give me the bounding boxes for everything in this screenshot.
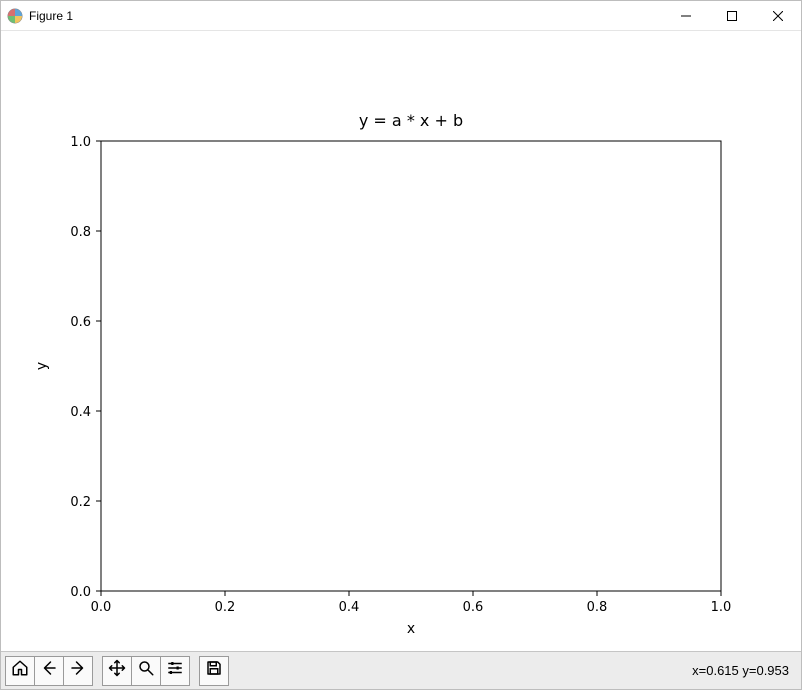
save-icon (205, 659, 223, 682)
y-axis-label: y (34, 362, 50, 370)
x-tick-label: 0.2 (215, 600, 236, 615)
y-axis-ticks: 0.0 0.2 0.4 0.6 0.8 1.0 (70, 135, 101, 600)
move-icon (108, 659, 126, 682)
y-tick-label: 0.6 (70, 315, 91, 330)
magnifier-icon (137, 659, 155, 682)
arrow-left-icon (40, 659, 58, 682)
pan-button[interactable] (102, 656, 132, 686)
sliders-icon (166, 659, 184, 682)
home-icon (11, 659, 29, 682)
window-titlebar: Figure 1 (1, 1, 801, 31)
x-axis-ticks: 0.0 0.2 0.4 0.6 0.8 1.0 (91, 591, 732, 615)
x-tick-label: 0.4 (339, 600, 360, 615)
x-tick-label: 0.0 (91, 600, 112, 615)
save-button[interactable] (199, 656, 229, 686)
x-axis-label: x (407, 621, 415, 637)
y-tick-label: 0.0 (70, 585, 91, 600)
y-tick-label: 0.4 (70, 405, 91, 420)
close-button[interactable] (755, 1, 801, 31)
x-tick-label: 1.0 (711, 600, 732, 615)
forward-button[interactable] (63, 656, 93, 686)
y-tick-label: 0.2 (70, 495, 91, 510)
chart-title: y = a * x + b (359, 111, 463, 130)
y-tick-label: 0.8 (70, 225, 91, 240)
window-title: Figure 1 (29, 9, 73, 23)
app-icon (7, 8, 23, 24)
axes-frame (101, 141, 721, 591)
x-tick-label: 0.6 (463, 600, 484, 615)
cursor-coordinates: x=0.615 y=0.953 (692, 663, 797, 678)
maximize-button[interactable] (709, 1, 755, 31)
configure-subplots-button[interactable] (160, 656, 190, 686)
x-tick-label: 0.8 (587, 600, 608, 615)
arrow-right-icon (69, 659, 87, 682)
back-button[interactable] (34, 656, 64, 686)
figure-canvas[interactable]: y = a * x + b 0.0 0.2 0.4 0.6 0.8 1.0 0.… (1, 31, 801, 651)
minimize-button[interactable] (663, 1, 709, 31)
home-button[interactable] (5, 656, 35, 686)
navigation-toolbar: x=0.615 y=0.953 (1, 651, 801, 689)
zoom-button[interactable] (131, 656, 161, 686)
y-tick-label: 1.0 (70, 135, 91, 150)
